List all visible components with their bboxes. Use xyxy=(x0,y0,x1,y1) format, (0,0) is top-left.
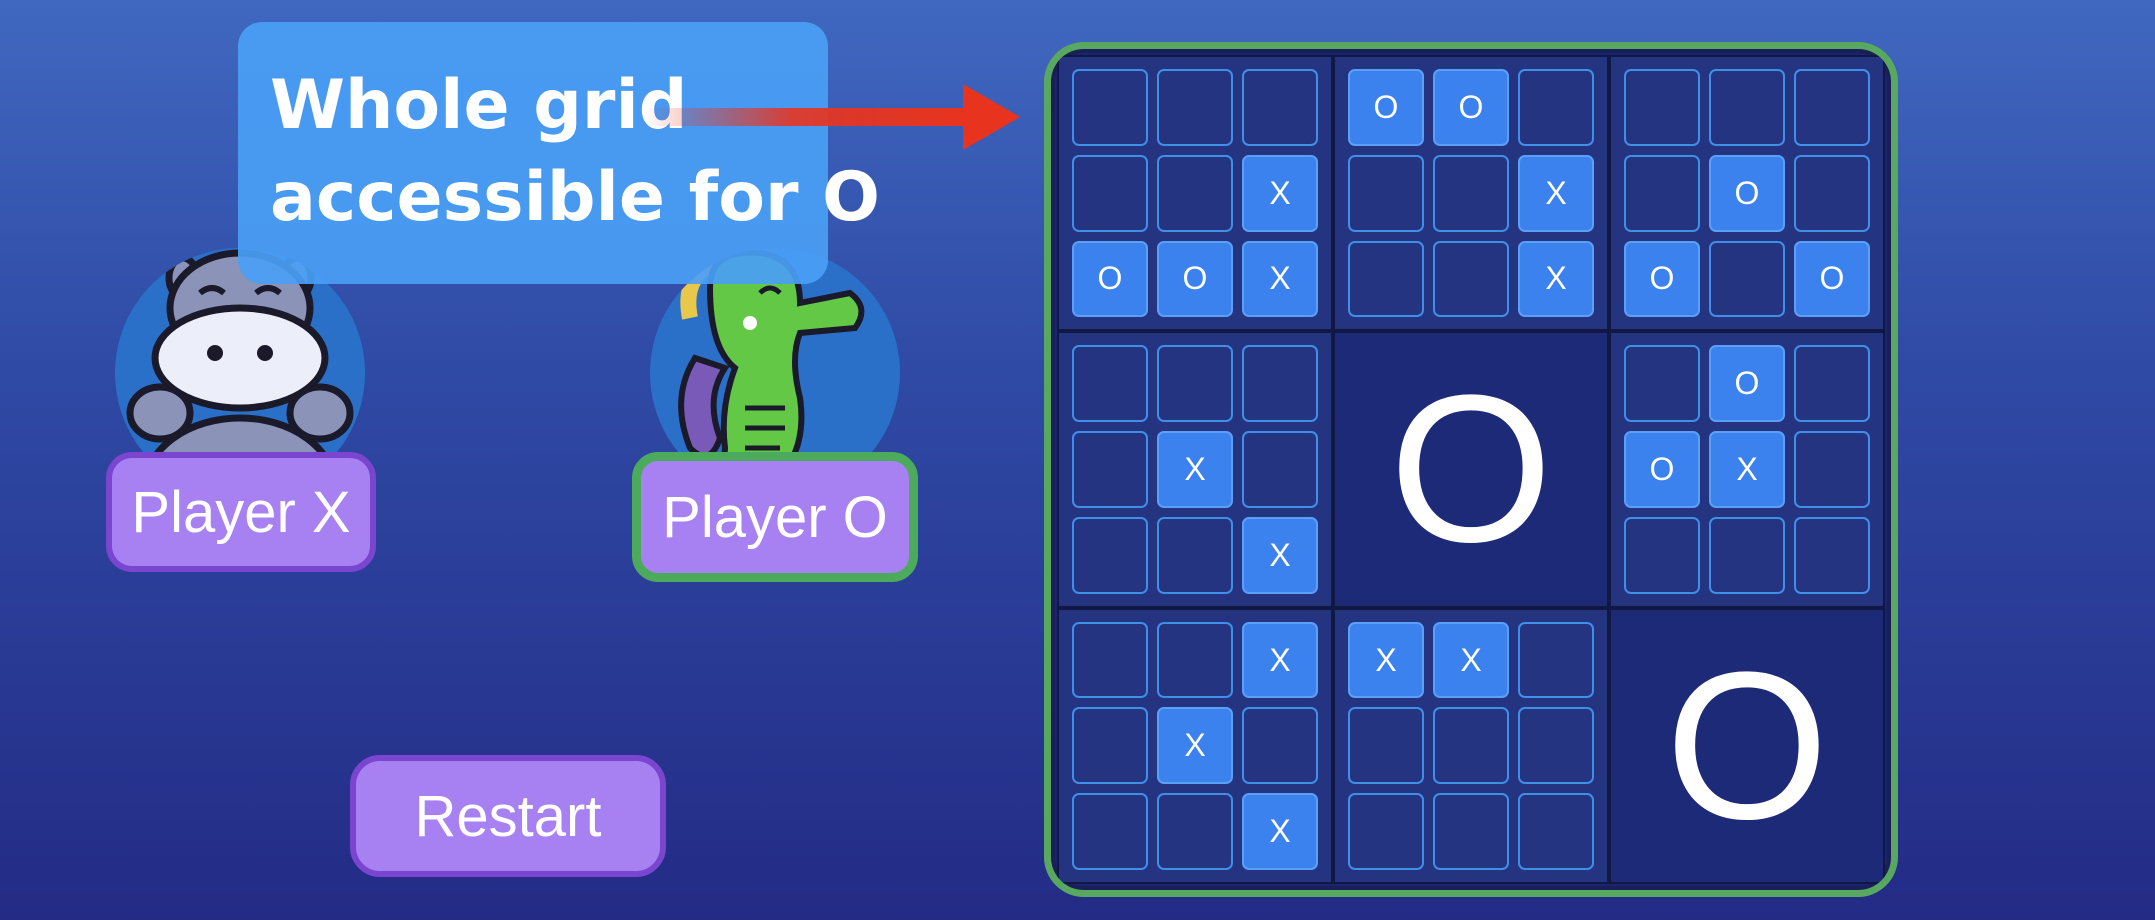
restart-button[interactable]: Restart xyxy=(350,755,666,877)
board-cell[interactable]: O xyxy=(1709,154,1785,232)
board-cell[interactable]: O xyxy=(1157,240,1233,318)
board-cell[interactable] xyxy=(1624,516,1700,594)
board-cell[interactable] xyxy=(1709,69,1785,146)
board-cell[interactable] xyxy=(1072,621,1148,699)
sub-board-winner: O xyxy=(1609,607,1885,884)
board-cell[interactable] xyxy=(1157,69,1233,146)
board-cell[interactable] xyxy=(1072,516,1148,594)
board-cell[interactable]: X xyxy=(1242,516,1318,594)
board-cell[interactable] xyxy=(1348,240,1424,318)
board-cell[interactable] xyxy=(1624,345,1700,423)
board-cell[interactable] xyxy=(1348,154,1424,232)
board-cell[interactable]: X xyxy=(1348,621,1424,699)
board-cell[interactable] xyxy=(1157,621,1233,699)
ultimate-grid: XOOXOOXXOOOXXOOOXXXXXXO xyxy=(1057,55,1885,884)
hint-callout: Whole grid accessible for O xyxy=(238,22,880,284)
board-cell[interactable]: X xyxy=(1433,621,1509,699)
board-cell[interactable] xyxy=(1157,154,1233,232)
board-cell[interactable]: X xyxy=(1242,240,1318,318)
board-cell[interactable] xyxy=(1072,707,1148,785)
board-cell[interactable]: X xyxy=(1242,621,1318,699)
board-cell[interactable] xyxy=(1518,707,1594,785)
board-cell[interactable] xyxy=(1433,240,1509,318)
board-cell[interactable] xyxy=(1242,707,1318,785)
board-cell[interactable]: X xyxy=(1242,154,1318,232)
board-cell[interactable] xyxy=(1072,154,1148,232)
board-cell[interactable] xyxy=(1072,431,1148,508)
board-cell[interactable] xyxy=(1072,345,1148,423)
board-cell[interactable] xyxy=(1709,516,1785,594)
board-cell[interactable] xyxy=(1157,345,1233,423)
board-cell[interactable] xyxy=(1518,69,1594,146)
board-cell[interactable] xyxy=(1794,154,1870,232)
board-cell[interactable]: O xyxy=(1072,240,1148,318)
board-cell[interactable] xyxy=(1242,345,1318,423)
callout-line-2: accessible for O xyxy=(270,158,880,237)
board-cell[interactable] xyxy=(1072,793,1148,870)
board-cell[interactable]: X xyxy=(1242,793,1318,870)
board-cell[interactable] xyxy=(1348,707,1424,785)
board-cell[interactable] xyxy=(1348,793,1424,870)
board-cell[interactable]: X xyxy=(1518,240,1594,318)
board-cell[interactable] xyxy=(1157,516,1233,594)
board-cell[interactable]: X xyxy=(1709,431,1785,508)
sub-board-winner: O xyxy=(1333,331,1609,608)
board-cell[interactable] xyxy=(1518,793,1594,870)
board-cell[interactable] xyxy=(1709,240,1785,318)
board-cell[interactable] xyxy=(1624,69,1700,146)
board-cell[interactable]: O xyxy=(1794,240,1870,318)
board-cell[interactable] xyxy=(1242,69,1318,146)
board-cell[interactable]: O xyxy=(1709,345,1785,423)
board-cell[interactable]: X xyxy=(1518,154,1594,232)
board-cell[interactable] xyxy=(1518,621,1594,699)
board-cell[interactable]: X xyxy=(1157,431,1233,508)
board-cell[interactable]: O xyxy=(1433,69,1509,146)
player-x-button[interactable]: Player X xyxy=(106,452,376,572)
arrow-right-icon xyxy=(645,84,1020,150)
board-cell[interactable] xyxy=(1242,431,1318,508)
player-o-button[interactable]: Player O xyxy=(632,452,918,582)
board-cell[interactable] xyxy=(1794,345,1870,423)
board-cell[interactable]: O xyxy=(1348,69,1424,146)
sub-board[interactable]: XX xyxy=(1057,331,1333,608)
board-cell[interactable]: X xyxy=(1157,707,1233,785)
board-cell[interactable] xyxy=(1433,793,1509,870)
sub-board[interactable]: OOO xyxy=(1609,55,1885,332)
sub-board[interactable]: OOX xyxy=(1609,331,1885,608)
board-cell[interactable]: O xyxy=(1624,431,1700,508)
board-cell[interactable] xyxy=(1433,154,1509,232)
board-cell[interactable] xyxy=(1794,431,1870,508)
board-cell[interactable]: O xyxy=(1624,240,1700,318)
sub-board[interactable]: XXX xyxy=(1057,607,1333,884)
sub-board[interactable]: XX xyxy=(1333,607,1609,884)
board-cell[interactable] xyxy=(1072,69,1148,146)
board-cell[interactable] xyxy=(1157,793,1233,870)
board-cell[interactable] xyxy=(1433,707,1509,785)
game-board: XOOXOOXXOOOXXOOOXXXXXXO xyxy=(1044,42,1898,897)
board-cell[interactable] xyxy=(1624,154,1700,232)
board-cell[interactable] xyxy=(1794,516,1870,594)
sub-board[interactable]: XOOX xyxy=(1057,55,1333,332)
board-cell[interactable] xyxy=(1794,69,1870,146)
sub-board[interactable]: OOXX xyxy=(1333,55,1609,332)
